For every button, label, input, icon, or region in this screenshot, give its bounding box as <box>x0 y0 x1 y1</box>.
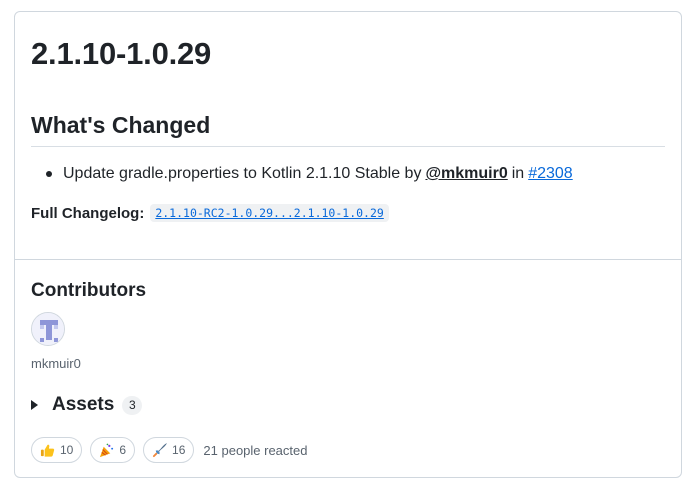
reaction-thumbs-up-button[interactable]: 10 <box>31 437 83 463</box>
changelog-label: Full Changelog: <box>31 204 145 222</box>
contributor-avatar[interactable] <box>31 312 65 346</box>
assets-toggle[interactable]: Assets 3 <box>31 394 143 416</box>
assets-count-badge: 3 <box>122 395 143 415</box>
assets-label[interactable]: Assets <box>52 394 114 416</box>
identicon-icon <box>32 313 64 345</box>
heading-divider <box>31 146 665 147</box>
reactions-bar: 10 6 16 21 people reacted <box>31 437 308 463</box>
reaction-party-button[interactable]: 6 <box>90 437 136 463</box>
contributors-heading: Contributors <box>31 280 147 301</box>
thumbs-up-icon <box>40 444 55 457</box>
party-popper-icon <box>100 443 114 457</box>
change-text: Update gradle.properties to Kotlin 2.1.1… <box>63 165 422 182</box>
whats-changed-heading: What's Changed <box>31 112 211 138</box>
contributor-name[interactable]: mkmuir0 <box>31 356 81 371</box>
bullet-icon <box>46 171 52 177</box>
pull-request-link[interactable]: #2308 <box>528 162 573 186</box>
reaction-rocket-button[interactable]: 16 <box>143 437 195 463</box>
reaction-count: 6 <box>119 443 127 457</box>
rocket-icon <box>152 442 167 457</box>
reaction-count: 10 <box>60 443 74 457</box>
section-divider <box>15 259 681 260</box>
author-mention-link[interactable]: @mkmuir0 <box>425 162 507 186</box>
full-changelog: Full Changelog: 2.1.10-RC2-1.0.29...2.1.… <box>31 204 389 222</box>
release-title[interactable]: 2.1.10-1.0.29 <box>31 34 211 74</box>
reactions-summary[interactable]: 21 people reacted <box>203 443 307 458</box>
change-list: Update gradle.properties to Kotlin 2.1.1… <box>31 162 573 186</box>
changelog-compare-link[interactable]: 2.1.10-RC2-1.0.29...2.1.10-1.0.29 <box>150 204 389 222</box>
release-card: 2.1.10-1.0.29 What's Changed Update grad… <box>14 11 682 478</box>
reaction-count: 16 <box>172 443 186 457</box>
disclosure-triangle-icon[interactable] <box>31 400 38 410</box>
list-item: Update gradle.properties to Kotlin 2.1.1… <box>31 162 573 186</box>
release-body: 2.1.10-1.0.29 What's Changed Update grad… <box>15 12 681 259</box>
change-preposition: in <box>511 165 525 182</box>
